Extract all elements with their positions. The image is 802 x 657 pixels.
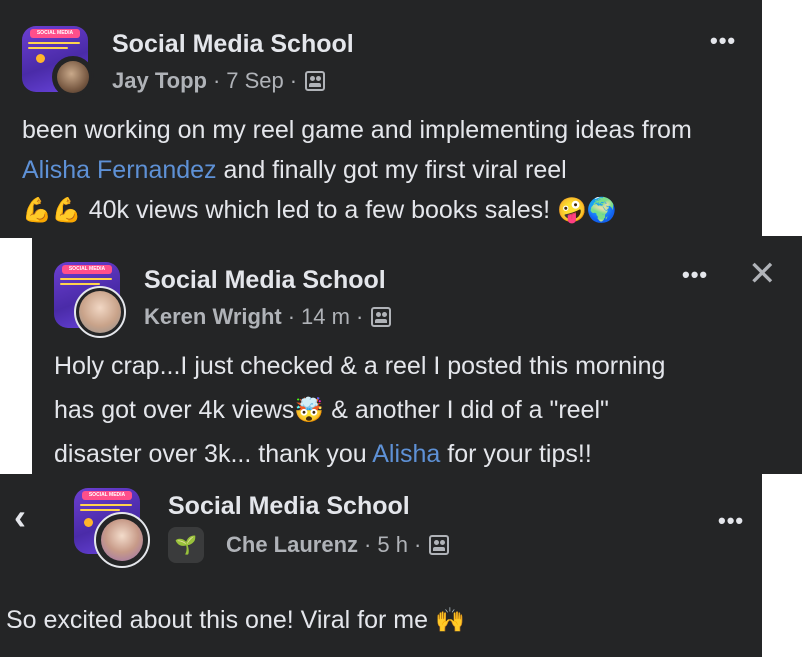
author-name[interactable]: Che Laurenz [226,532,358,558]
exploding-head-emoji: 🤯 [294,396,325,424]
thumb-line [80,504,132,506]
post-card-che-laurenz: ‹ SOCIAL MEDIA Social Media School 🌱 Che… [0,474,762,657]
thumb-line [60,283,100,285]
post-meta: Jay Topp · 7 Sep · [112,68,326,94]
post-body: been working on my reel game and impleme… [22,110,742,230]
group-avatar[interactable]: SOCIAL MEDIA [54,262,126,338]
author-name[interactable]: Keren Wright [144,304,282,330]
group-audience-icon [429,535,450,555]
group-title[interactable]: Social Media School [112,30,354,59]
post-body: Holy crap...I just checked & a reel I po… [54,344,794,476]
thumb-line [60,278,112,280]
body-text: disaster over 3k... thank you [54,440,373,468]
body-text: and finally got my first viral reel [216,156,567,184]
group-title[interactable]: Social Media School [144,266,386,295]
sprout-icon: 🌱 [174,534,198,556]
new-member-sprout-icon: 🌱 [168,527,204,563]
post-body: So excited about this one! Viral for me … [6,600,746,640]
mention-link[interactable]: Alisha [372,440,440,468]
thumb-banner: SOCIAL MEDIA [62,265,112,274]
separator: · [212,68,221,93]
author-photo [79,291,121,333]
author-photo [57,61,89,93]
post-card-keren-wright: SOCIAL MEDIA Social Media School Keren W… [32,236,802,474]
body-text: for your tips!! [440,440,592,468]
author-name[interactable]: Jay Topp [112,68,207,94]
thumb-badge [36,54,45,63]
group-avatar[interactable]: SOCIAL MEDIA [74,488,150,568]
body-text: has got over 4k views [54,396,295,424]
body-text: Holy crap...I just checked & a reel I po… [54,352,666,380]
separator: · [364,532,372,557]
separator: · [287,304,296,329]
thumb-badge [84,518,93,527]
separator: · [355,304,364,329]
mention-link[interactable]: Alisha Fernandez [22,156,217,184]
post-meta: Che Laurenz · 5 h · [226,532,450,558]
group-title[interactable]: Social Media School [168,492,410,521]
body-text: & another I did of a "reel" [324,396,609,424]
author-avatar[interactable] [74,286,126,338]
post-card-jay-topp: SOCIAL MEDIA Social Media School Jay Top… [0,0,762,238]
group-audience-icon [305,71,326,91]
raised-hands-emoji: 🙌 [434,606,465,634]
post-time[interactable]: 7 Sep [226,68,284,94]
author-photo [101,519,143,561]
body-text: So excited about this one! Viral for me [6,606,435,634]
body-text: 40k views which led to a few books sales… [81,196,557,224]
group-avatar[interactable]: SOCIAL MEDIA [22,26,94,98]
post-time[interactable]: 14 m [301,304,350,330]
more-options-icon[interactable]: ••• [718,508,744,534]
post-meta: Keren Wright · 14 m · [144,304,392,330]
thumb-line [28,47,68,49]
thumb-banner: SOCIAL MEDIA [82,491,132,500]
thumb-banner: SOCIAL MEDIA [30,29,80,38]
thumb-line [80,509,120,511]
separator: · [413,532,422,557]
close-icon[interactable]: ✕ [748,254,777,294]
body-text: been working on my reel game and impleme… [22,116,692,144]
back-chevron-icon[interactable]: ‹ [14,496,26,538]
group-audience-icon [371,307,392,327]
emoji-pair: 🤪🌍 [557,196,617,224]
author-avatar[interactable] [94,512,150,568]
more-options-icon[interactable]: ••• [682,262,708,288]
separator: · [289,68,298,93]
more-options-icon[interactable]: ••• [710,28,736,54]
author-avatar[interactable] [52,56,94,98]
thumb-line [28,42,80,44]
muscle-emoji: 💪💪 [22,196,82,224]
post-time[interactable]: 5 h [377,532,408,558]
